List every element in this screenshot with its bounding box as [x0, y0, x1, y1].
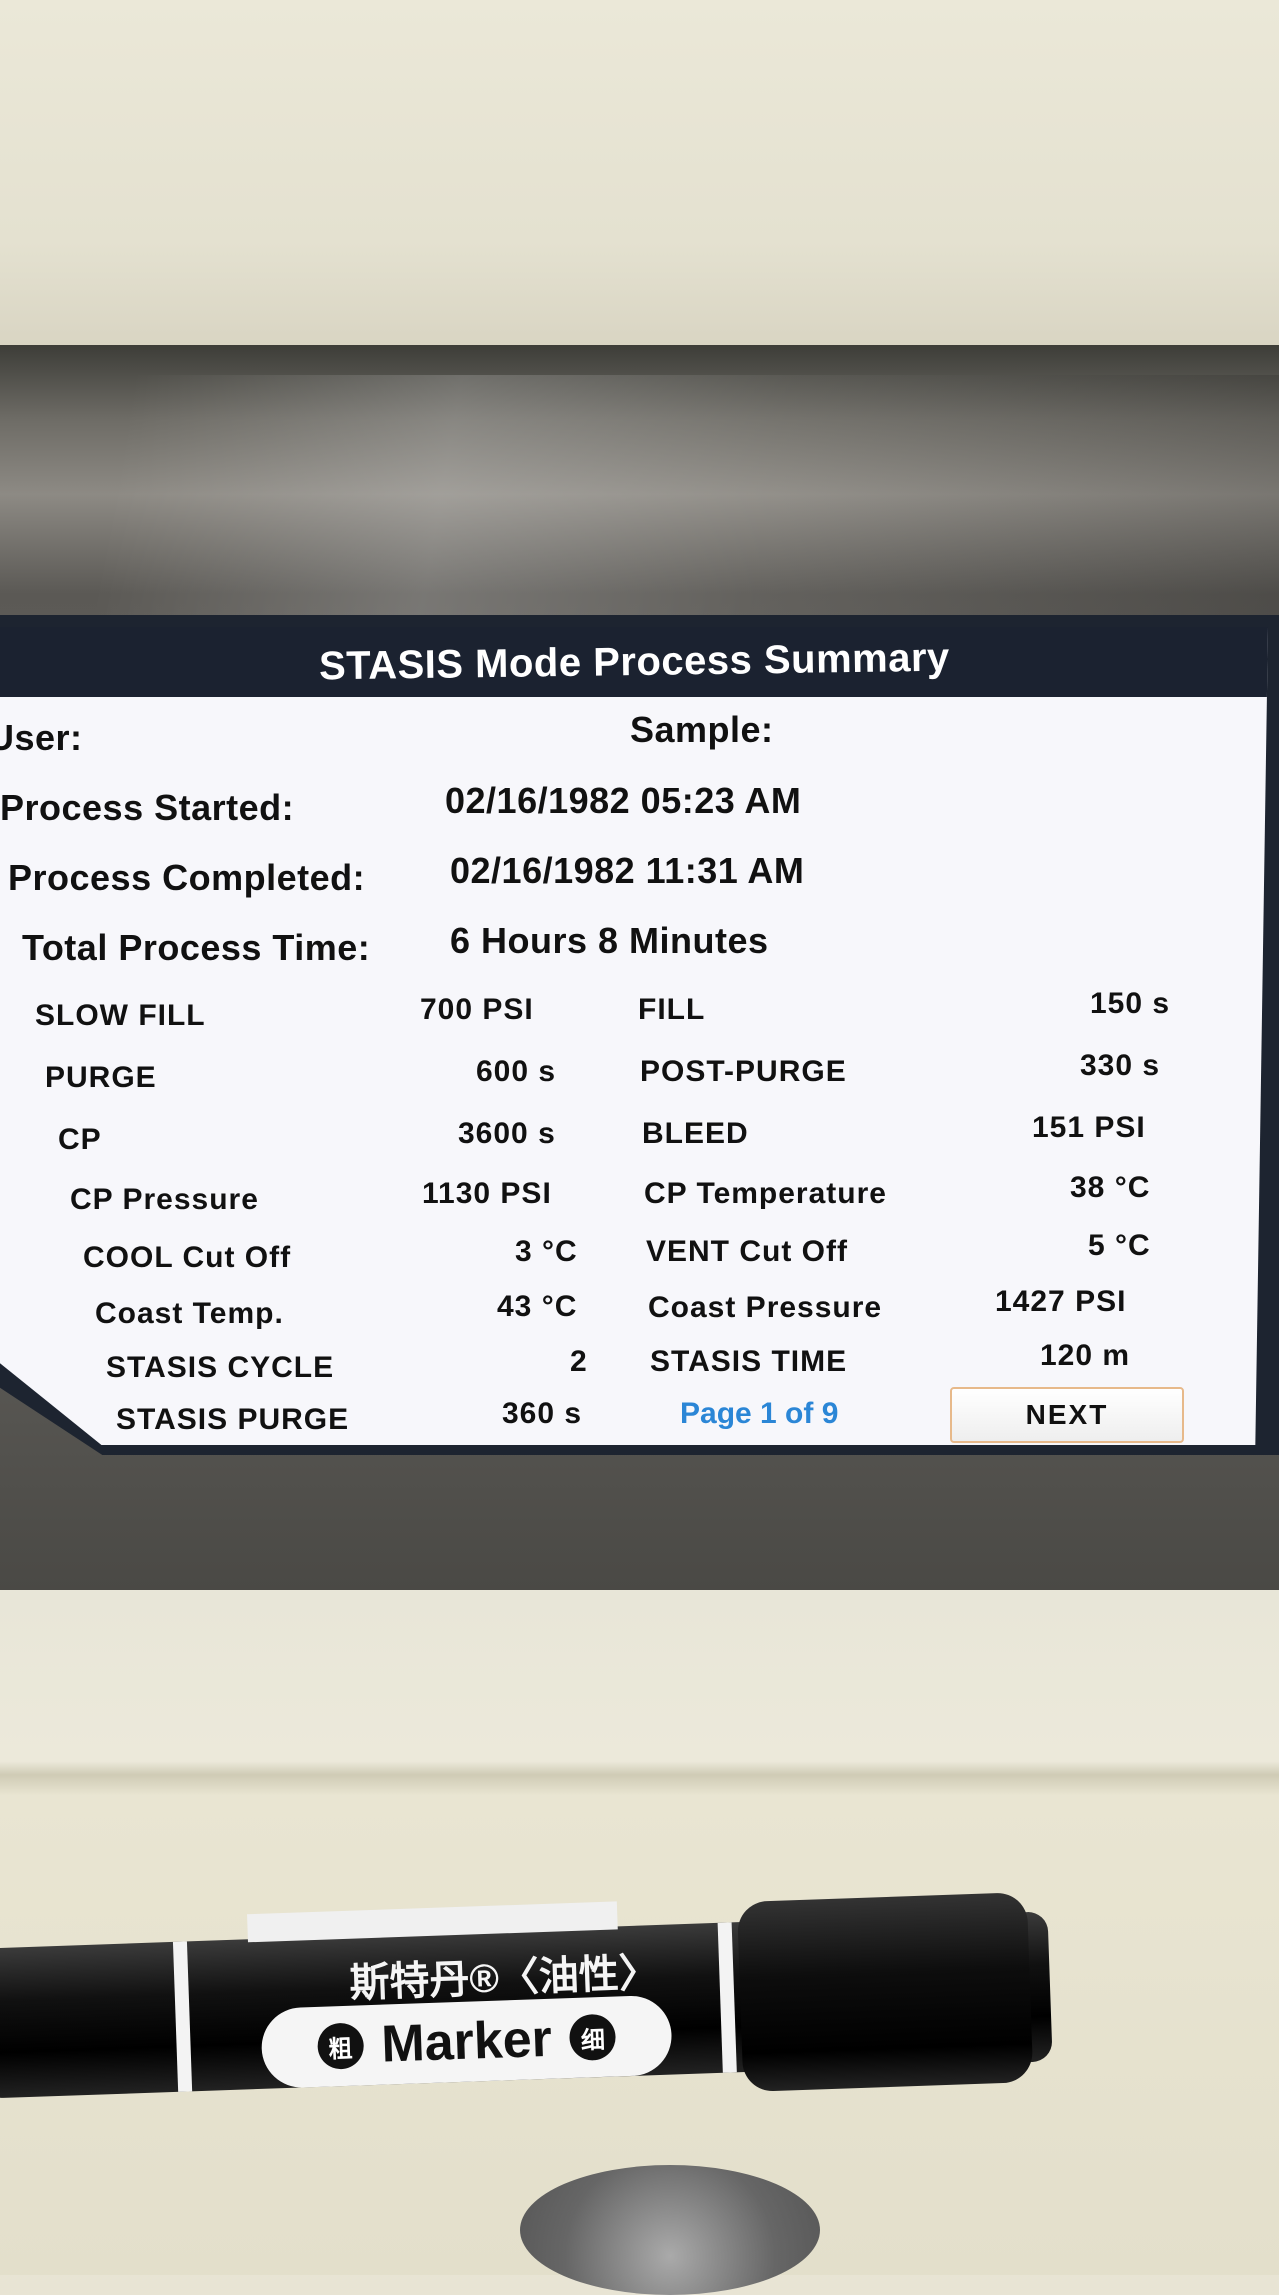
param-value-stasis-time: 120 m	[1040, 1339, 1131, 1372]
page-title: STASIS Mode Process Summary	[318, 635, 950, 688]
user-label: User:	[0, 717, 83, 758]
param-value-cool-cut-off: 3 °C	[515, 1235, 578, 1268]
param-value-post-purge: 330 s	[1080, 1049, 1161, 1082]
param-value-coast-temp: 43 °C	[497, 1290, 578, 1323]
param-label-bleed: BLEED	[642, 1117, 749, 1150]
param-value-cp-temperature: 38 °C	[1070, 1171, 1151, 1204]
param-value-bleed: 151 PSI	[1032, 1111, 1146, 1144]
param-label-cp-temperature: CP Temperature	[644, 1177, 887, 1210]
param-value-cp: 3600 s	[458, 1117, 556, 1150]
marker-pen: 斯特丹®〈油性〉 粗 Marker 细	[0, 1871, 1053, 2118]
param-label-fill: FILL	[638, 993, 706, 1026]
param-value-stasis-cycle: 2	[570, 1345, 588, 1378]
param-value-coast-pressure: 1427 PSI	[995, 1285, 1127, 1318]
param-label-stasis-time: STASIS TIME	[650, 1345, 848, 1378]
process-completed-label: Process Completed:	[8, 857, 366, 898]
param-label-vent-cut-off: VENT Cut Off	[646, 1235, 848, 1268]
param-label-coast-temp: Coast Temp.	[95, 1297, 284, 1330]
param-value-stasis-purge: 360 s	[502, 1397, 583, 1430]
marker-logo: 粗 Marker 细	[260, 1994, 673, 2089]
param-label-stasis-cycle: STASIS CYCLE	[106, 1351, 335, 1384]
param-value-purge: 600 s	[476, 1055, 557, 1088]
param-label-coast-pressure: Coast Pressure	[648, 1291, 883, 1324]
marker-brand-word: Marker	[380, 2009, 553, 2074]
wall-top	[0, 0, 1279, 345]
param-label-cool-cut-off: COOL Cut Off	[83, 1241, 292, 1274]
param-value-slow-fill: 700 PSI	[420, 993, 534, 1026]
next-button[interactable]: NEXT	[950, 1387, 1184, 1443]
bezel-reflection	[0, 375, 1279, 615]
total-time-label: Total Process Time:	[22, 927, 371, 968]
metal-clamp	[520, 2165, 820, 2295]
process-completed-value: 02/16/1982 11:31 AM	[450, 850, 805, 891]
param-value-vent-cut-off: 5 °C	[1088, 1229, 1151, 1262]
param-label-slow-fill: SLOW FILL	[35, 999, 206, 1032]
param-label-cp-pressure: CP Pressure	[70, 1183, 259, 1216]
param-label-cp: CP	[58, 1123, 102, 1156]
param-value-cp-pressure: 1130 PSI	[422, 1177, 552, 1210]
sample-label: Sample:	[630, 709, 774, 750]
process-started-label: Process Started:	[0, 787, 295, 828]
total-time-value: 6 Hours 8 Minutes	[450, 920, 769, 961]
param-label-post-purge: POST-PURGE	[640, 1055, 847, 1088]
title-bar: STASIS Mode Process Summary	[0, 627, 1268, 697]
marker-right-badge: 细	[569, 2013, 617, 2062]
param-value-fill: 150 s	[1090, 987, 1171, 1020]
marker-cap	[736, 1892, 1034, 2093]
hmi-screen: STASIS Mode Process Summary User: Sample…	[0, 615, 1279, 1455]
screen-content: STASIS Mode Process Summary User: Sample…	[0, 627, 1268, 1445]
page-indicator: Page 1 of 9	[680, 1397, 839, 1430]
param-label-purge: PURGE	[45, 1061, 157, 1094]
param-label-stasis-purge: STASIS PURGE	[116, 1403, 350, 1436]
marker-left-badge: 粗	[316, 2022, 365, 2070]
process-started-value: 02/16/1982 05:23 AM	[445, 780, 802, 821]
